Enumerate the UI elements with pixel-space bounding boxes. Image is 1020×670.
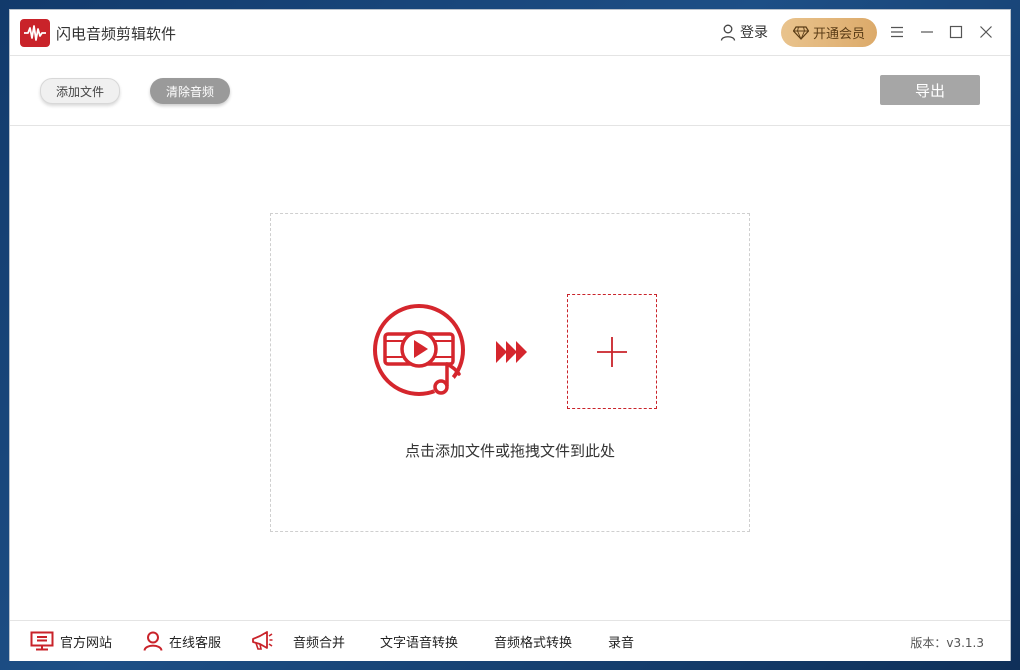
add-file-button[interactable]: 添加文件 <box>40 78 120 104</box>
person-icon <box>143 631 163 651</box>
app-window: 闪电音频剪辑软件 登录 开通会员 添加文件 清除音频 导出 点击添加文件或拖拽文… <box>10 10 1010 661</box>
plus-icon <box>597 336 627 367</box>
online-service-link[interactable]: 在线客服 <box>143 630 221 652</box>
close-button[interactable] <box>974 20 998 44</box>
footer-item-label: 官方网站 <box>60 635 113 651</box>
minimize-icon <box>921 31 933 33</box>
maximize-button[interactable] <box>944 20 968 44</box>
close-icon <box>980 26 992 38</box>
app-logo-icon <box>20 19 50 47</box>
app-title: 闪电音频剪辑软件 <box>56 25 177 43</box>
footer-item-label: 音频合并 <box>293 635 346 651</box>
audio-format-convert-link[interactable]: 音频格式转换 <box>494 630 572 652</box>
triple-arrow-icon <box>496 341 527 363</box>
footer-bar: 官方网站 在线客服 音频合并 文字语音转换 音频格式转换 录音 版本：v3.1.… <box>10 620 1010 661</box>
add-file-plus-button[interactable] <box>567 294 657 409</box>
menu-icon <box>891 26 903 38</box>
footer-item-label: 文字语音转换 <box>380 635 459 651</box>
footer-item-label: 录音 <box>608 635 635 651</box>
drop-hint-text: 点击添加文件或拖拽文件到此处 <box>404 442 615 460</box>
official-website-link[interactable]: 官方网站 <box>30 630 112 652</box>
toolbar: 添加文件 清除音频 导出 <box>10 56 1010 126</box>
audio-merge-link[interactable]: 音频合并 <box>251 630 345 652</box>
megaphone-icon <box>252 631 273 650</box>
file-drop-zone[interactable]: 点击添加文件或拖拽文件到此处 <box>270 213 750 532</box>
vip-label: 开通会员 <box>812 27 865 42</box>
footer-item-label: 在线客服 <box>169 635 222 651</box>
login-label: 登录 <box>740 25 768 41</box>
record-link[interactable]: 录音 <box>608 630 634 652</box>
title-bar: 闪电音频剪辑软件 登录 开通会员 <box>10 10 1010 56</box>
user-icon <box>720 24 736 41</box>
clear-audio-button[interactable]: 清除音频 <box>150 78 230 104</box>
footer-item-label: 音频格式转换 <box>494 635 573 651</box>
text-to-speech-link[interactable]: 文字语音转换 <box>380 630 458 652</box>
monitor-icon <box>30 631 54 651</box>
login-button[interactable]: 登录 <box>720 21 768 43</box>
export-button[interactable]: 导出 <box>880 75 980 105</box>
vip-button[interactable]: 开通会员 <box>781 18 877 47</box>
audio-video-disc-icon <box>373 304 465 398</box>
minimize-button[interactable] <box>915 20 939 44</box>
maximize-icon <box>949 25 963 39</box>
version-label: 版本：v3.1.3 <box>910 636 984 650</box>
menu-button[interactable] <box>885 20 909 44</box>
diamond-icon <box>792 25 809 40</box>
